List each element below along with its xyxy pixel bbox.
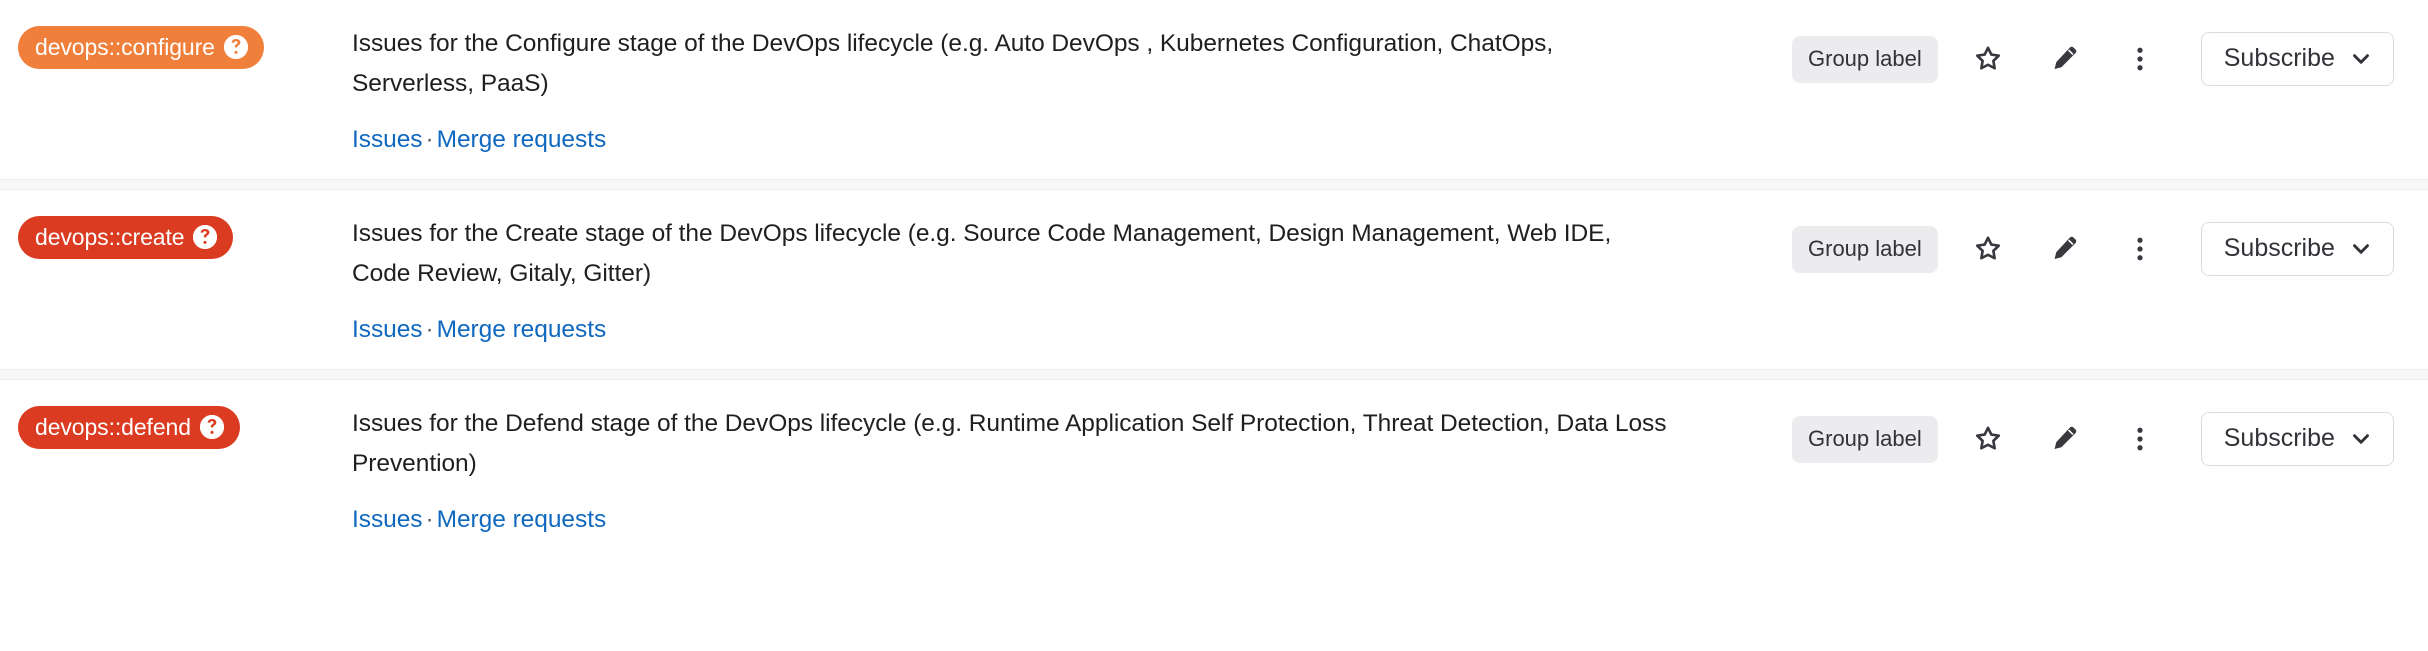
label-actions: Group label Subscribe [1792,402,2412,466]
subscribe-button[interactable]: Subscribe [2200,222,2394,276]
label-description: Issues for the Create stage of the DevOp… [352,220,1612,287]
label-actions: Group label Subscribe [1792,22,2412,86]
label-pill-text: devops::configure [35,34,215,60]
label-issues-link[interactable]: Issues [352,316,423,343]
pencil-icon[interactable] [2041,226,2087,272]
star-icon[interactable] [1965,416,2011,462]
label-actions: Group label Subscribe [1792,212,2412,276]
label-row: devops::defend Issues for the Defend sta… [0,380,2428,559]
group-label-badge: Group label [1792,415,1938,463]
label-row: devops::configure Issues for the Configu… [0,0,2428,179]
label-description: Issues for the Configure stage of the De… [352,30,1554,97]
star-icon[interactable] [1965,226,2011,272]
label-merge-requests-link[interactable]: Merge requests [437,316,607,343]
pencil-icon[interactable] [2041,36,2087,82]
label-links: Issues · Merge requests [352,123,1752,157]
label-row: devops::create Issues for the Create sta… [0,190,2428,369]
label-pill-devops-configure[interactable]: devops::configure [18,26,264,70]
label-merge-requests-link[interactable]: Merge requests [437,126,607,153]
group-label-badge: Group label [1792,35,1938,83]
group-label-badge: Group label [1792,225,1938,273]
label-pill-devops-defend[interactable]: devops::defend [18,406,240,450]
label-links: Issues · Merge requests [352,503,1752,537]
question-mark-icon[interactable] [193,225,218,250]
question-mark-icon[interactable] [199,415,224,440]
subscribe-button-label: Subscribe [2223,234,2335,262]
label-body: Issues for the Configure stage of the De… [352,22,1792,157]
subscribe-button-label: Subscribe [2223,44,2335,72]
question-mark-icon[interactable] [223,35,248,60]
star-icon[interactable] [1965,36,2011,82]
chevron-down-icon [2353,243,2369,254]
subscribe-button[interactable]: Subscribe [2200,412,2394,466]
label-pill-cell: devops::create [0,212,352,260]
label-links: Issues · Merge requests [352,313,1752,347]
row-separator [0,179,2428,190]
link-separator: · [425,126,434,153]
labels-list: devops::configure Issues for the Configu… [0,0,2428,559]
link-separator: · [425,506,434,533]
label-pill-text: devops::create [35,224,185,250]
chevron-down-icon [2353,53,2369,64]
link-separator: · [425,316,434,343]
label-description: Issues for the Defend stage of the DevOp… [352,410,1667,477]
label-pill-text: devops::defend [35,414,191,440]
subscribe-button[interactable]: Subscribe [2200,32,2394,86]
label-pill-cell: devops::defend [0,402,352,450]
chevron-down-icon [2353,433,2369,444]
label-body: Issues for the Defend stage of the DevOp… [352,402,1792,537]
row-separator [0,369,2428,380]
pencil-icon[interactable] [2041,416,2087,462]
label-issues-link[interactable]: Issues [352,126,423,153]
ellipsis-vertical-icon[interactable] [2117,416,2163,462]
label-merge-requests-link[interactable]: Merge requests [437,506,607,533]
subscribe-button-label: Subscribe [2223,424,2335,452]
label-pill-devops-create[interactable]: devops::create [18,216,234,260]
label-pill-cell: devops::configure [0,22,352,70]
label-issues-link[interactable]: Issues [352,506,423,533]
label-body: Issues for the Create stage of the DevOp… [352,212,1792,347]
ellipsis-vertical-icon[interactable] [2117,226,2163,272]
ellipsis-vertical-icon[interactable] [2117,36,2163,82]
